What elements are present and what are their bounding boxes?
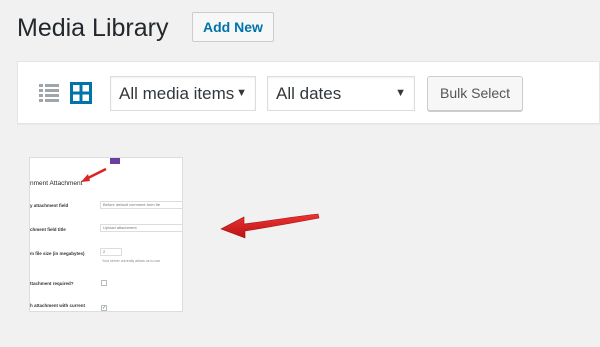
list-view-icon[interactable] xyxy=(38,82,60,104)
media-toolbar: All media items ▼ All dates ▼ Bulk Selec… xyxy=(17,61,600,124)
small-red-arrow-icon xyxy=(81,167,107,182)
thumbnail-field: 2 xyxy=(100,248,122,256)
chevron-down-icon: ▼ xyxy=(395,87,406,99)
thumbnail-checkbox-checked: ✓ xyxy=(101,305,107,311)
thumbnail-row-label: y attachment field xyxy=(30,203,69,208)
thumbnail-checkbox xyxy=(101,280,107,286)
page-title: Media Library xyxy=(17,14,169,42)
thumbnail-row-label: chment field title xyxy=(30,227,66,232)
thumbnail-heading: nment Attachment xyxy=(30,180,83,187)
grid-view-icon[interactable] xyxy=(70,82,92,104)
add-new-button[interactable]: Add New xyxy=(192,12,274,42)
attachment-thumbnail[interactable]: nment Attachment y attachment field Befo… xyxy=(29,157,183,312)
thumbnail-row-label: h attachment with current xyxy=(30,303,86,308)
media-type-filter[interactable]: All media items ▼ xyxy=(110,76,256,111)
thumbnail-help-text: Your server currently allows us to use xyxy=(102,259,161,263)
bulk-select-button[interactable]: Bulk Select xyxy=(427,76,524,111)
thumbnail-field: Before default comment form fie xyxy=(100,201,182,209)
thumbnail-field: Upload attachment xyxy=(100,224,182,232)
red-arrow-icon xyxy=(220,213,320,239)
date-filter[interactable]: All dates ▼ xyxy=(267,76,415,111)
date-filter-value: All dates xyxy=(276,84,342,103)
thumbnail-row-label: m file size (in megabytes) xyxy=(30,251,85,256)
view-switch xyxy=(38,82,92,104)
thumbnail-row-label: ttachment required? xyxy=(30,281,74,286)
media-type-filter-value: All media items xyxy=(119,84,235,103)
thumbnail-purple-bar xyxy=(110,158,120,164)
chevron-down-icon: ▼ xyxy=(236,87,247,99)
